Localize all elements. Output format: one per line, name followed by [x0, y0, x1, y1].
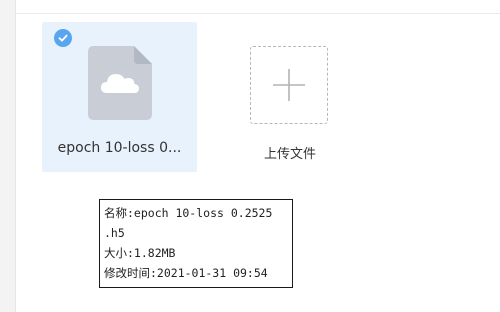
- file-name-label: epoch 10-loss 0...: [57, 140, 182, 156]
- left-panel-edge: [0, 0, 16, 312]
- tooltip-name-continued: .h5: [104, 226, 125, 240]
- file-card[interactable]: epoch 10-loss 0...: [42, 22, 197, 172]
- upload-file-button[interactable]: [250, 46, 328, 124]
- cloud-file-icon: [88, 46, 152, 120]
- tooltip-modified-time: 修改时间:2021-01-31 09:54: [104, 266, 268, 280]
- tooltip-size: 大小:1.82MB: [104, 246, 176, 260]
- plus-icon: [273, 69, 305, 101]
- toolbar-divider: [16, 13, 500, 14]
- file-info-tooltip: 名称:epoch 10-loss 0.2525 .h5 大小:1.82MB 修改…: [99, 199, 293, 288]
- upload-file-label[interactable]: 上传文件: [240, 143, 340, 162]
- tooltip-name: 名称:epoch 10-loss 0.2525: [104, 206, 273, 220]
- check-circle-icon[interactable]: [54, 29, 72, 47]
